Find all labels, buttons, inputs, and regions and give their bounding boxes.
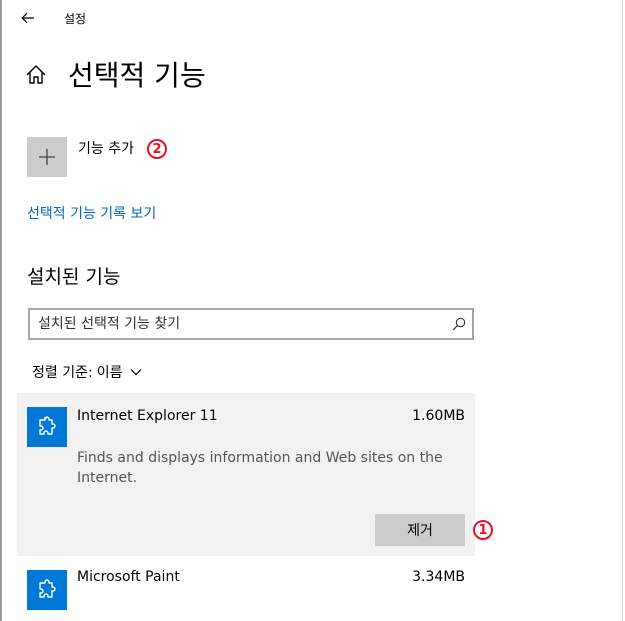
- app-title: 설정: [64, 12, 87, 26]
- sort-value: 이름: [96, 365, 123, 381]
- add-feature-label[interactable]: 기능 추가: [78, 138, 134, 158]
- feature-row-internet-explorer[interactable]: Internet Explorer 11 1.60MB: [17, 393, 475, 453]
- remove-button[interactable]: 제거: [375, 514, 465, 546]
- search-box[interactable]: [28, 308, 474, 340]
- back-button[interactable]: [16, 7, 40, 29]
- feature-name: Internet Explorer 11: [77, 408, 218, 424]
- puzzle-piece-icon: [27, 570, 67, 610]
- feature-name: Microsoft Paint: [77, 569, 180, 585]
- feature-row-microsoft-paint[interactable]: Microsoft Paint 3.34MB: [17, 556, 475, 616]
- window-left-border: [0, 0, 2, 621]
- chevron-down-icon: [130, 368, 142, 376]
- sort-dropdown[interactable]: 정렬 기준: 이름: [32, 362, 142, 382]
- annotation-badge-2: 2: [147, 139, 167, 159]
- feature-size: 1.60MB: [412, 408, 465, 424]
- annotation-badge-1: 1: [473, 520, 493, 540]
- plus-icon: [39, 149, 55, 165]
- window-right-border: [622, 0, 623, 621]
- search-icon[interactable]: [452, 317, 466, 331]
- optional-features-history-link[interactable]: 선택적 기능 기록 보기: [27, 203, 156, 223]
- add-feature-button[interactable]: [27, 137, 67, 177]
- feature-description: Finds and displays information and Web s…: [77, 450, 443, 486]
- page-title: 선택적 기능: [68, 59, 206, 92]
- installed-features-heading: 설치된 기능: [27, 266, 121, 288]
- home-icon[interactable]: [24, 62, 48, 88]
- feature-size: 3.34MB: [412, 569, 465, 585]
- back-arrow-icon: [21, 12, 34, 24]
- title-bar: 설정: [2, 0, 622, 36]
- sort-label: 정렬 기준:: [32, 365, 93, 381]
- search-input[interactable]: [38, 314, 438, 334]
- puzzle-piece-icon: [27, 407, 67, 447]
